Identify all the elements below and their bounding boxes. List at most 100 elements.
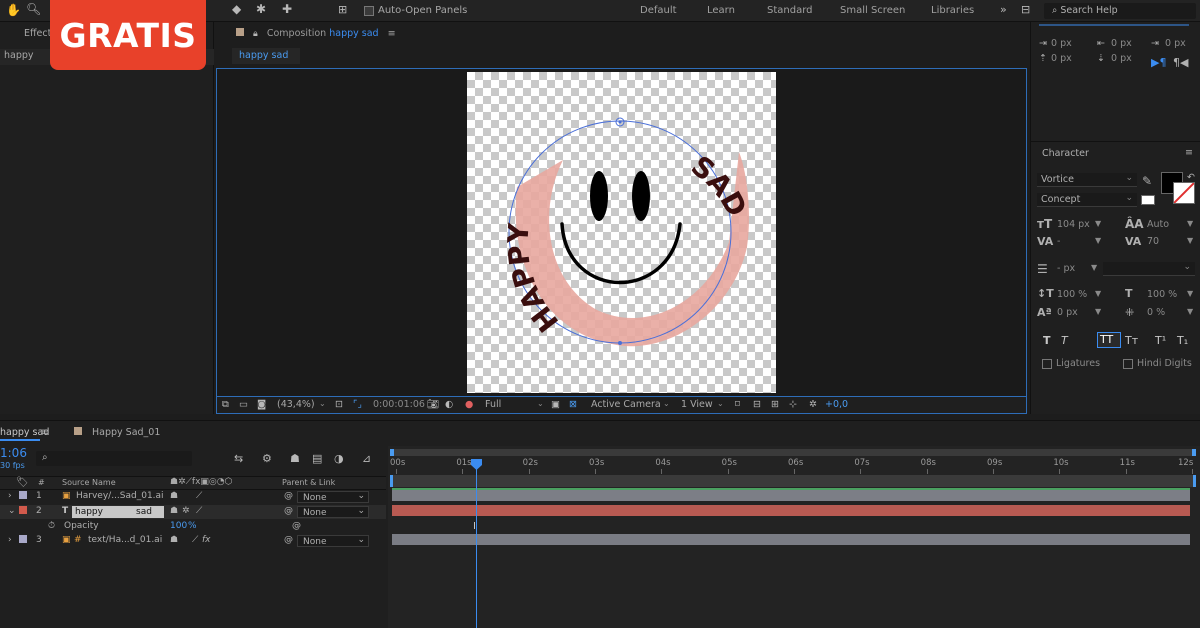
current-time-display[interactable]: 1:06 [0, 446, 27, 460]
parent-link-header[interactable]: Parent & Link [282, 478, 335, 487]
pickwhip-icon[interactable]: @ [284, 491, 293, 501]
layer-bar-2[interactable] [392, 505, 1190, 516]
baseline-shift-caret-icon[interactable]: ▼ [1095, 307, 1101, 316]
motion-blur-icon[interactable]: ◑ [334, 452, 344, 465]
collapse-arrow-icon[interactable]: ⌄ [8, 506, 16, 516]
collapse-switch-icon[interactable]: ✲ [182, 506, 190, 516]
monitor-icon[interactable]: ▭ [239, 399, 248, 410]
indent-left-value[interactable]: 0 px [1051, 38, 1072, 49]
layer-name[interactable]: text/Ha...d_01.ai [88, 535, 162, 545]
graph-editor-icon[interactable]: ⊿ [362, 452, 371, 465]
indent-first-value[interactable]: 0 px [1165, 38, 1186, 49]
composition-canvas[interactable]: HAPPY SAD [467, 72, 776, 393]
layer-row-2[interactable]: ⌄ 2 T happy sad ☗ ✲ ⟋ @ None ⌄ [0, 505, 386, 519]
kerning-caret-icon[interactable]: ▼ [1095, 236, 1101, 245]
source-name-header[interactable]: Source Name [62, 478, 116, 487]
font-size-caret-icon[interactable]: ▼ [1095, 219, 1101, 228]
zoom-value[interactable]: (43,4%) [277, 399, 315, 410]
draft-3d-icon[interactable]: ⚙ [262, 452, 272, 465]
always-preview-icon[interactable]: ⧉ [222, 399, 229, 410]
show-snapshot-icon[interactable]: ◐ [445, 399, 453, 410]
space-after-value[interactable]: 0 px [1111, 53, 1132, 64]
kerning-value[interactable]: - [1057, 236, 1060, 247]
tracking-caret-icon[interactable]: ▼ [1187, 236, 1193, 245]
zoom-dropdown-icon[interactable]: ⌄ [319, 399, 326, 408]
toggle-pixel-icon[interactable]: ⌑ [735, 399, 740, 410]
pen-tool-icon[interactable]: ◆ [232, 2, 241, 16]
vertical-scale-value[interactable]: 100 % [1057, 289, 1087, 300]
pickwhip-icon[interactable]: @ [284, 535, 293, 545]
snapping-icon[interactable]: ⊞ [338, 3, 347, 16]
stroke-width-value[interactable]: - px [1057, 263, 1075, 274]
pin-tool-icon[interactable]: ✚ [282, 2, 292, 16]
channel-icon[interactable]: ● [465, 399, 473, 410]
puppet-tool-icon[interactable]: ✱ [256, 2, 266, 16]
quality-switch-icon[interactable]: ⟋ [196, 491, 202, 501]
default-colors-icon[interactable] [1141, 195, 1155, 205]
composition-subtab[interactable]: happy sad [232, 48, 300, 64]
superscript-button[interactable]: T¹ [1155, 334, 1166, 347]
stroke-color-swatch[interactable] [1173, 182, 1195, 204]
layer-bar-3[interactable] [392, 534, 1190, 545]
timeline-icon[interactable]: ⊞ [771, 399, 779, 410]
tracking-value[interactable]: 70 [1147, 236, 1159, 247]
opacity-property-row[interactable]: ⏱︎ Opacity 100 % @ [0, 520, 386, 534]
tsume-caret-icon[interactable]: ▼ [1187, 307, 1193, 316]
small-caps-button[interactable]: Tт [1125, 334, 1138, 347]
zoom-tool-icon[interactable]: 🔍︎ [26, 2, 41, 16]
character-panel-menu-icon[interactable]: ≡ [1185, 147, 1193, 158]
subscript-button[interactable]: T₁ [1177, 334, 1188, 347]
space-before-value[interactable]: 0 px [1051, 53, 1072, 64]
ligatures-checkbox[interactable] [1042, 359, 1052, 369]
auto-open-checkbox[interactable] [364, 6, 374, 16]
lock-icon[interactable]: 🔒︎ [253, 29, 258, 39]
expand-arrow-icon[interactable]: › [8, 491, 12, 501]
parent-select[interactable]: None ⌄ [297, 535, 369, 547]
effect-controls-tab[interactable]: Effect [24, 28, 51, 39]
layer-label-color[interactable] [19, 535, 27, 543]
snapshot-icon[interactable]: 📷︎ [427, 399, 439, 410]
layer-row-3[interactable]: › 3 ▣ # text/Ha...d_01.ai ☗ ⟋ fx @ None ⌄ [0, 534, 386, 548]
indent-right-value[interactable]: 0 px [1111, 38, 1132, 49]
faux-italic-button[interactable]: T [1061, 334, 1068, 347]
resolution-dropdown-icon[interactable]: ⌄ [537, 399, 544, 408]
stroke-type-select[interactable]: ⌄ [1103, 262, 1195, 276]
all-caps-button[interactable]: TT [1097, 332, 1121, 348]
rtl-direction-icon[interactable]: ¶◀ [1173, 56, 1188, 69]
layer-name[interactable]: Harvey/...Sad_01.ai [76, 491, 164, 501]
leading-caret-icon[interactable]: ▼ [1187, 219, 1193, 228]
pickwhip-icon[interactable]: @ [284, 506, 293, 516]
opacity-value[interactable]: 100 [170, 521, 187, 531]
camera-select[interactable]: Active Camera [591, 399, 661, 410]
transparency-grid-icon[interactable]: ⊠ [569, 399, 577, 410]
ltr-direction-icon[interactable]: ▶¶ [1151, 56, 1166, 69]
stroke-width-caret-icon[interactable]: ▼ [1091, 263, 1097, 272]
workspace-learn[interactable]: Learn [707, 5, 735, 16]
font-style-select[interactable]: Concept ⌄ [1037, 193, 1137, 207]
more-workspaces-icon[interactable]: » [1000, 3, 1007, 16]
search-help-field[interactable]: ⌕ Search Help [1044, 3, 1196, 19]
eyedropper-icon[interactable]: ✎ [1142, 174, 1152, 188]
work-area-start[interactable] [390, 475, 393, 487]
camera-dropdown-icon[interactable]: ⌄ [663, 399, 670, 408]
baseline-shift-value[interactable]: 0 px [1057, 307, 1078, 318]
quality-switch-icon[interactable]: ⟋ [196, 506, 202, 516]
workspace-standard[interactable]: Standard [767, 5, 813, 16]
panel-menu-icon[interactable]: ≡ [388, 28, 396, 39]
effects-switch-icon[interactable]: fx [202, 535, 211, 545]
workspace-small-screen[interactable]: Small Screen [840, 5, 905, 16]
flowchart-icon[interactable]: ⊹ [789, 399, 797, 410]
timeline-tab-other[interactable]: Happy Sad_01 [92, 427, 160, 438]
tsume-value[interactable]: 0 % [1147, 307, 1165, 318]
playhead-line[interactable] [476, 460, 477, 628]
quality-switch-icon[interactable]: ⟋ [192, 535, 198, 545]
resolution-select[interactable]: Full [485, 399, 501, 410]
stopwatch-icon[interactable]: ⏱︎ [48, 521, 55, 531]
mask-view-icon[interactable]: ◙ [257, 399, 266, 410]
font-family-select[interactable]: Vortice ⌄ [1037, 173, 1137, 187]
comp-mini-flowchart-icon[interactable]: ⇆ [234, 452, 243, 465]
view-layout-select[interactable]: 1 View [681, 399, 713, 410]
time-navigator[interactable] [390, 449, 1196, 456]
parent-select[interactable]: None ⌄ [297, 506, 369, 518]
font-size-value[interactable]: 104 px [1057, 219, 1090, 230]
